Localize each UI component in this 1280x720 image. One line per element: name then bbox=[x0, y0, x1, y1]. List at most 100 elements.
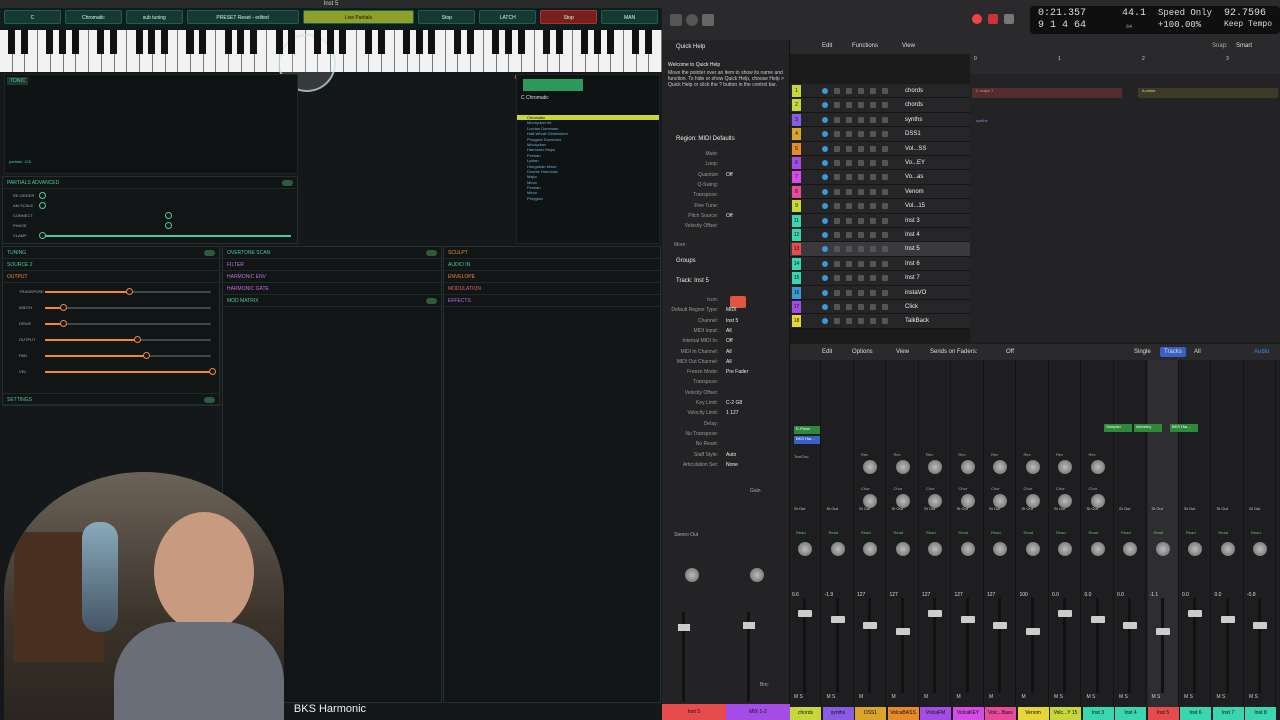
hide-button[interactable] bbox=[834, 217, 840, 224]
white-key[interactable] bbox=[0, 30, 16, 72]
input-monitor-button[interactable] bbox=[882, 318, 888, 325]
automation-mode[interactable]: Read bbox=[1186, 530, 1196, 535]
scale-list-item[interactable]: Phrygian bbox=[517, 196, 659, 201]
black-key[interactable] bbox=[275, 30, 283, 55]
tracks-view-menu[interactable]: View bbox=[902, 43, 915, 49]
black-key[interactable] bbox=[46, 30, 54, 55]
mute-button[interactable] bbox=[846, 260, 852, 267]
mute-solo-buttons[interactable]: M bbox=[892, 694, 896, 700]
fader-cap[interactable] bbox=[993, 622, 1007, 629]
fader-cap[interactable] bbox=[1188, 610, 1202, 617]
region-synths-folder[interactable]: synths bbox=[972, 118, 1278, 128]
record-enable-button[interactable] bbox=[870, 275, 876, 282]
inspector-row[interactable]: Articulation Set: None bbox=[662, 461, 784, 469]
input-monitor-button[interactable] bbox=[882, 232, 888, 238]
automation-mode[interactable]: Read bbox=[1056, 530, 1066, 535]
pan-knob[interactable] bbox=[863, 542, 877, 556]
record-enable-button[interactable] bbox=[870, 174, 876, 181]
mute-button[interactable] bbox=[846, 318, 852, 325]
fader-cap[interactable] bbox=[928, 610, 942, 617]
lcd-display[interactable]: 0:21.357 9 1 4 64 44.1 64 Speed Only +10… bbox=[1030, 6, 1280, 34]
inspector-row[interactable]: Transpose: bbox=[662, 191, 784, 199]
solo-button[interactable] bbox=[858, 160, 864, 166]
black-key[interactable] bbox=[428, 30, 436, 55]
output-slider-thumb[interactable] bbox=[59, 320, 67, 327]
automation-mode[interactable]: Read bbox=[1251, 530, 1261, 535]
record-enable-button[interactable] bbox=[870, 131, 876, 138]
solo-button[interactable] bbox=[858, 217, 864, 224]
fader-cap[interactable] bbox=[863, 622, 877, 629]
output-slot[interactable]: St Out bbox=[1217, 506, 1228, 511]
input-monitor-button[interactable] bbox=[882, 260, 888, 267]
ruler[interactable]: 01234 bbox=[970, 54, 1280, 74]
pan-knob[interactable] bbox=[1123, 542, 1137, 556]
key-selector[interactable]: C bbox=[4, 10, 61, 24]
automation-mode[interactable]: Read bbox=[861, 530, 871, 535]
black-key[interactable] bbox=[466, 30, 474, 55]
pan-knob[interactable] bbox=[1220, 542, 1235, 556]
input-monitor-button[interactable] bbox=[882, 102, 888, 109]
black-key[interactable] bbox=[606, 30, 614, 55]
power-icon[interactable] bbox=[822, 232, 828, 238]
region-title[interactable]: Region: MIDI Defaults bbox=[676, 136, 735, 142]
solo-button[interactable] bbox=[858, 232, 864, 238]
tracks-edit-menu[interactable]: Edit bbox=[822, 43, 832, 49]
advanced-knob[interactable] bbox=[39, 202, 46, 209]
black-key[interactable] bbox=[453, 30, 461, 55]
mixer-icon[interactable] bbox=[702, 14, 714, 26]
man-button[interactable]: MAN bbox=[601, 10, 658, 24]
automation-mode[interactable]: Read bbox=[1154, 530, 1164, 535]
mute-button[interactable] bbox=[846, 102, 852, 109]
output-slider[interactable] bbox=[45, 339, 211, 341]
white-key[interactable] bbox=[535, 30, 551, 72]
mixer-audio-filter[interactable]: Audio bbox=[1254, 344, 1269, 360]
input-monitor-button[interactable] bbox=[882, 145, 888, 152]
hide-button[interactable] bbox=[834, 246, 840, 253]
harmonic-gate-header[interactable]: HARMONIC GATE bbox=[223, 283, 441, 295]
inspector-row[interactable]: Staff Style: Auto bbox=[662, 451, 784, 459]
black-key[interactable] bbox=[161, 30, 169, 55]
track-title[interactable]: Track: Inst 5 bbox=[676, 278, 709, 284]
solo-button[interactable] bbox=[858, 116, 864, 123]
inspector-row[interactable]: Quantize Off bbox=[662, 171, 784, 179]
fader-cap[interactable] bbox=[895, 628, 910, 635]
output-slot[interactable]: St Out bbox=[892, 506, 903, 511]
inspector-row[interactable]: Velocity Offset: bbox=[662, 222, 784, 230]
automation-mode[interactable]: Read bbox=[926, 530, 936, 535]
inspector-row[interactable]: Transpose: bbox=[662, 378, 784, 386]
output-header[interactable]: OUTPUT bbox=[3, 271, 219, 283]
mute-solo-buttons[interactable]: M S bbox=[1249, 694, 1258, 700]
mute-button[interactable] bbox=[846, 275, 852, 282]
insert-bks-harmonic-2[interactable]: BKS Har... bbox=[1170, 424, 1198, 432]
input-monitor-button[interactable] bbox=[882, 188, 888, 195]
fader-cap[interactable] bbox=[1123, 622, 1137, 629]
black-key[interactable] bbox=[504, 30, 512, 55]
sends-on-faders-value[interactable]: Off bbox=[1006, 344, 1014, 360]
hide-button[interactable] bbox=[834, 289, 840, 296]
record-enable-button[interactable] bbox=[870, 217, 876, 224]
mute-solo-buttons[interactable]: M bbox=[989, 694, 993, 700]
input-monitor-button[interactable] bbox=[882, 88, 888, 94]
track-header[interactable]: 15 Inst 7 bbox=[790, 271, 970, 286]
black-key[interactable] bbox=[186, 30, 194, 55]
source2-header[interactable]: SOURCE 2 bbox=[3, 259, 219, 271]
send-knob[interactable] bbox=[928, 460, 942, 474]
input-monitor-button[interactable] bbox=[882, 174, 888, 181]
black-key[interactable] bbox=[20, 30, 28, 55]
more-toggle[interactable]: More bbox=[674, 242, 685, 248]
mute-solo-buttons[interactable]: M S bbox=[1184, 694, 1193, 700]
black-key[interactable] bbox=[71, 30, 79, 55]
black-key[interactable] bbox=[632, 30, 640, 55]
snap-value[interactable]: Smart bbox=[1236, 43, 1252, 49]
hide-button[interactable] bbox=[834, 304, 840, 310]
track-header[interactable]: 11 Inst 3 bbox=[790, 213, 970, 228]
arrange-area[interactable]: 01234 C major 7 A minor synths bbox=[970, 54, 1280, 342]
record-enable-button[interactable] bbox=[870, 188, 876, 195]
output-slider-thumb[interactable] bbox=[134, 336, 142, 343]
mute-button[interactable] bbox=[846, 246, 852, 253]
solo-button[interactable] bbox=[858, 88, 864, 94]
black-key[interactable] bbox=[237, 30, 245, 55]
white-key[interactable] bbox=[178, 30, 194, 72]
pan-knob[interactable] bbox=[1025, 542, 1040, 556]
mixer-single-button[interactable]: Single bbox=[1134, 344, 1151, 360]
